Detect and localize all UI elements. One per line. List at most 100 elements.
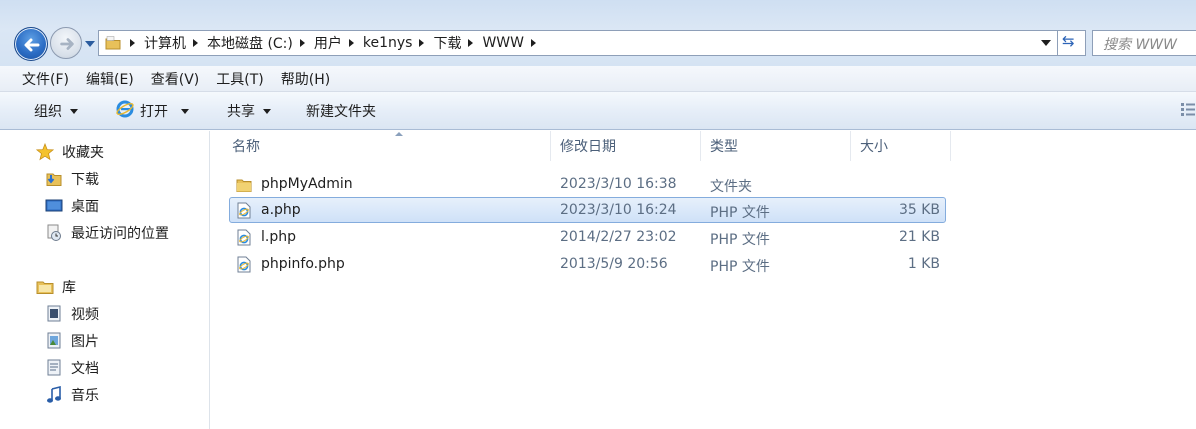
file-modified: 2023/3/10 16:24 — [560, 202, 677, 218]
nav-item-recent-places[interactable]: 最近访问的位置 — [45, 222, 169, 244]
nav-libraries-label: 库 — [62, 280, 76, 296]
breadcrumb-separator[interactable] — [348, 39, 354, 47]
menu-bar: 文件(F) 编辑(E) 查看(V) 工具(T) 帮助(H) — [0, 66, 1196, 92]
nav-item-label: 文档 — [71, 361, 99, 377]
nav-libraries[interactable]: 库 — [36, 276, 76, 298]
search-input[interactable]: 搜索 WWW — [1092, 30, 1196, 56]
column-header-size[interactable]: 大小 — [851, 131, 951, 161]
breadcrumb-users[interactable]: 用户 — [314, 33, 342, 53]
file-row-l-php[interactable]: l.php 2014/2/27 23:02 PHP 文件 21 KB — [229, 224, 946, 250]
library-icon — [36, 281, 54, 294]
view-options-icon[interactable] — [1180, 101, 1196, 117]
share-label: 共享 — [227, 104, 255, 120]
breadcrumb-computer[interactable]: 计算机 — [144, 33, 186, 53]
address-history-dropdown[interactable] — [1041, 40, 1051, 46]
open-label: 打开 — [140, 104, 168, 120]
column-header-label: 大小 — [860, 139, 888, 155]
nav-item-documents[interactable]: 文档 — [45, 357, 99, 379]
recent-pages-dropdown[interactable] — [84, 38, 96, 50]
column-headers: 名称 修改日期 类型 大小 — [211, 131, 1196, 161]
music-library-icon — [47, 386, 61, 403]
column-header-type[interactable]: 类型 — [701, 131, 851, 161]
folder-icon — [105, 36, 121, 50]
file-type: 文件夹 — [710, 179, 752, 195]
breadcrumb-separator[interactable] — [468, 39, 474, 47]
new-folder-label: 新建文件夹 — [306, 104, 376, 120]
menu-help[interactable]: 帮助(H) — [281, 69, 330, 89]
menu-file[interactable]: 文件(F) — [22, 69, 69, 89]
php-file-icon — [237, 256, 251, 273]
nav-item-label: 视频 — [71, 307, 99, 323]
breadcrumb-separator[interactable] — [193, 39, 198, 47]
breadcrumb-local-disk[interactable]: 本地磁盘 (C:) — [207, 33, 293, 53]
organize-label: 组织 — [34, 104, 62, 120]
file-size: 1 KB — [907, 256, 940, 272]
breadcrumb-separator[interactable] — [130, 39, 135, 47]
file-row-a-php[interactable]: a.php 2023/3/10 16:24 PHP 文件 35 KB — [229, 197, 946, 223]
file-size: 35 KB — [898, 202, 940, 218]
search-placeholder: 搜索 WWW — [1103, 37, 1177, 53]
nav-item-label: 下载 — [71, 172, 99, 188]
share-button[interactable]: 共享 — [227, 101, 271, 121]
file-row-phpmyadmin[interactable]: phpMyAdmin 2023/3/10 16:38 文件夹 — [229, 171, 946, 197]
forward-button[interactable] — [50, 27, 82, 59]
back-button[interactable] — [14, 27, 48, 61]
star-icon — [36, 143, 54, 161]
menu-tools[interactable]: 工具(T) — [216, 69, 263, 89]
breadcrumb-downloads[interactable]: 下载 — [433, 33, 461, 53]
open-button[interactable]: 打开 — [140, 101, 189, 121]
command-bar: 组织 打开 共享 新建文件夹 — [0, 92, 1196, 130]
file-name: a.php — [261, 202, 301, 218]
file-name: phpMyAdmin — [261, 176, 353, 192]
pictures-library-icon — [47, 332, 61, 349]
address-box[interactable]: 计算机 本地磁盘 (C:) 用户 ke1nys 下载 WWW — [98, 30, 1058, 56]
breadcrumb-separator[interactable] — [419, 39, 425, 47]
chevron-down-icon — [181, 108, 189, 114]
new-folder-button[interactable]: 新建文件夹 — [306, 101, 376, 121]
back-arrow-icon — [24, 38, 40, 52]
column-header-modified[interactable]: 修改日期 — [551, 131, 701, 161]
desktop-icon — [45, 199, 63, 212]
sort-ascending-icon — [395, 132, 403, 136]
address-bar-region: 计算机 本地磁盘 (C:) 用户 ke1nys 下载 WWW ⇆ 搜索 WWW — [0, 0, 1196, 66]
file-type: PHP 文件 — [710, 232, 770, 248]
refresh-button[interactable]: ⇆ — [1058, 30, 1086, 56]
breadcrumb: 计算机 本地磁盘 (C:) 用户 ke1nys 下载 WWW — [123, 31, 545, 55]
column-header-label: 名称 — [232, 139, 260, 155]
file-name: l.php — [261, 229, 296, 245]
chevron-down-icon — [70, 108, 78, 114]
file-name: phpinfo.php — [261, 256, 345, 272]
menu-view[interactable]: 查看(V) — [151, 69, 200, 89]
file-type: PHP 文件 — [710, 205, 770, 221]
forward-arrow-icon — [60, 38, 74, 50]
refresh-icon: ⇆ — [1062, 32, 1075, 50]
chevron-down-icon — [263, 108, 271, 114]
nav-item-music[interactable]: 音乐 — [45, 384, 99, 406]
breadcrumb-www[interactable]: WWW — [482, 35, 524, 51]
nav-item-desktop[interactable]: 桌面 — [45, 195, 99, 217]
internet-explorer-icon — [116, 100, 134, 118]
downloads-folder-icon — [46, 173, 62, 186]
nav-item-label: 最近访问的位置 — [71, 226, 169, 242]
recent-places-icon — [47, 224, 61, 241]
documents-library-icon — [47, 359, 61, 376]
folder-icon — [236, 179, 252, 192]
breadcrumb-separator[interactable] — [531, 39, 536, 47]
organize-button[interactable]: 组织 — [34, 101, 78, 121]
nav-item-label: 图片 — [71, 334, 99, 350]
breadcrumb-user[interactable]: ke1nys — [363, 35, 413, 51]
file-row-phpinfo-php[interactable]: phpinfo.php 2013/5/9 20:56 PHP 文件 1 KB — [229, 251, 946, 277]
column-header-name[interactable]: 名称 — [223, 131, 551, 161]
menu-edit[interactable]: 编辑(E) — [86, 69, 134, 89]
nav-item-label: 音乐 — [71, 388, 99, 404]
file-modified: 2013/5/9 20:56 — [560, 256, 668, 272]
nav-item-label: 桌面 — [71, 199, 99, 215]
nav-item-pictures[interactable]: 图片 — [45, 330, 99, 352]
column-header-label: 修改日期 — [560, 139, 616, 155]
file-modified: 2023/3/10 16:38 — [560, 176, 677, 192]
nav-item-videos[interactable]: 视频 — [45, 303, 99, 325]
breadcrumb-separator[interactable] — [299, 39, 305, 47]
nav-item-downloads[interactable]: 下载 — [45, 168, 99, 190]
file-size: 21 KB — [898, 229, 940, 245]
nav-favorites[interactable]: 收藏夹 — [36, 141, 104, 163]
